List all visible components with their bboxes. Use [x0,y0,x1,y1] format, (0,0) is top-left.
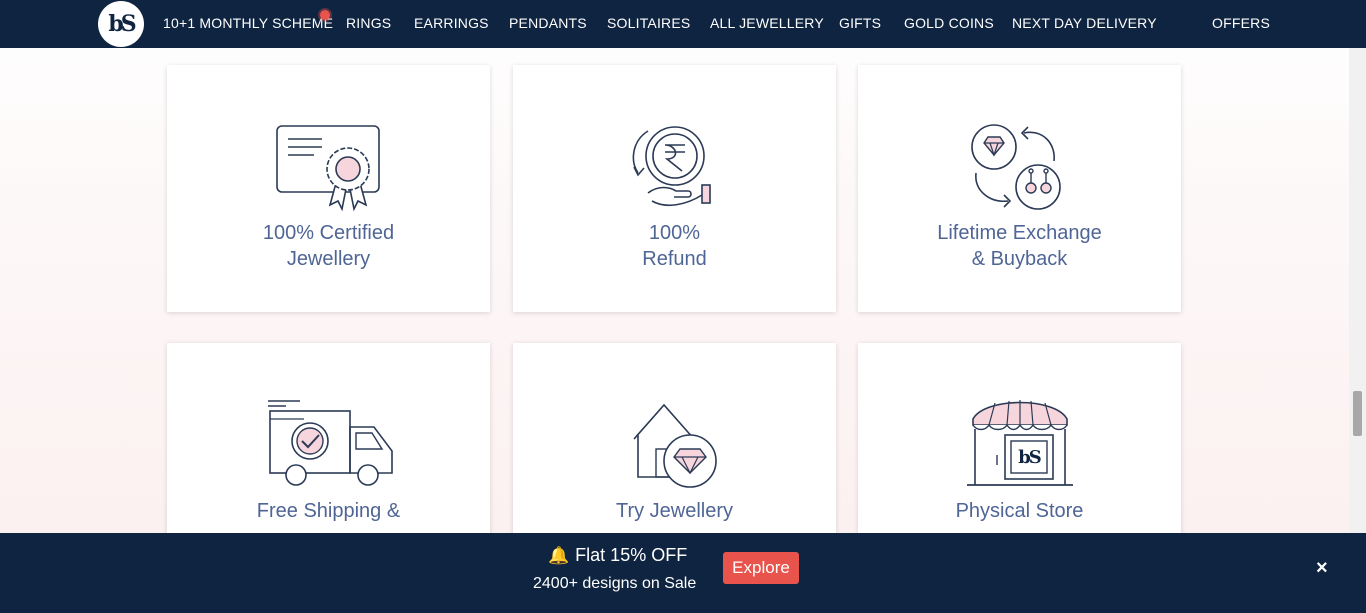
nav-item-solitaires[interactable]: SOLITAIRES [607,15,690,31]
feature-card-certified: 100% Certified Jewellery [167,65,490,312]
feature-label-line1: Lifetime Exchange [937,222,1102,244]
offer-subtitle: 2400+ designs on Sale [533,575,697,592]
top-navigation: bS 10+1 MONTHLY SCHEME RINGS EARRINGS PE… [0,0,1366,48]
svg-text:bS: bS [1018,447,1041,468]
page-scrollbar[interactable] [1349,0,1366,613]
store-icon: bS [966,400,1073,486]
offer-title: 🔔 Flat 15% OFF [548,545,687,566]
nav-item-offers[interactable]: OFFERS [1212,15,1270,31]
feature-label-line2: & Buyback [971,248,1068,270]
scrollbar-thumb[interactable] [1353,391,1362,436]
notification-dot [320,10,330,20]
nav-item-all-jewellery[interactable]: ALL JEWELLERY [710,15,824,31]
feature-label-line1: 100% [648,222,701,244]
feature-label-line1: Try Jewellery [615,500,734,522]
feature-card-refund: 100% Refund [513,65,836,312]
nav-item-monthly-scheme[interactable]: 10+1 MONTHLY SCHEME [163,15,333,31]
feature-label: 100% Certified Jewellery [167,220,490,272]
logo-text: bS [108,11,136,37]
certificate-icon [275,125,380,211]
delivery-truck-icon [267,400,393,486]
feature-label-line2: Refund [642,248,707,270]
nav-item-pendants[interactable]: PENDANTS [509,15,587,31]
feature-label-line1: 100% Certified [262,222,395,244]
offer-title-text: Flat 15% OFF [575,545,688,565]
feature-label: Physical Store [858,498,1181,524]
nav-item-gifts[interactable]: GIFTS [839,15,881,31]
offer-banner: 🔔 Flat 15% OFF 2400+ designs on Sale Expl… [0,533,1366,613]
rupee-refund-icon [632,126,711,207]
feature-label: Try Jewellery [513,498,836,524]
close-icon[interactable]: × [1316,557,1328,580]
feature-label: 100% Refund [513,220,836,272]
exchange-icon [970,124,1061,210]
nav-item-next-day-delivery[interactable]: NEXT DAY DELIVERY [1012,15,1157,31]
nav-item-earrings[interactable]: EARRINGS [414,15,489,31]
explore-button[interactable]: Explore [723,552,799,584]
feature-label-line2: Jewellery [286,248,371,270]
feature-label: Free Shipping & [167,498,490,524]
nav-item-gold-coins[interactable]: GOLD COINS [904,15,994,31]
try-at-home-icon [632,403,717,488]
feature-label: Lifetime Exchange & Buyback [858,220,1181,272]
nav-item-rings[interactable]: RINGS [346,15,391,31]
feature-card-exchange: Lifetime Exchange & Buyback [858,65,1181,312]
brand-logo[interactable]: bS [98,1,144,47]
feature-label-line1: Free Shipping & [256,500,401,522]
feature-label-line1: Physical Store [955,500,1084,522]
bell-icon: 🔔 [548,546,570,565]
